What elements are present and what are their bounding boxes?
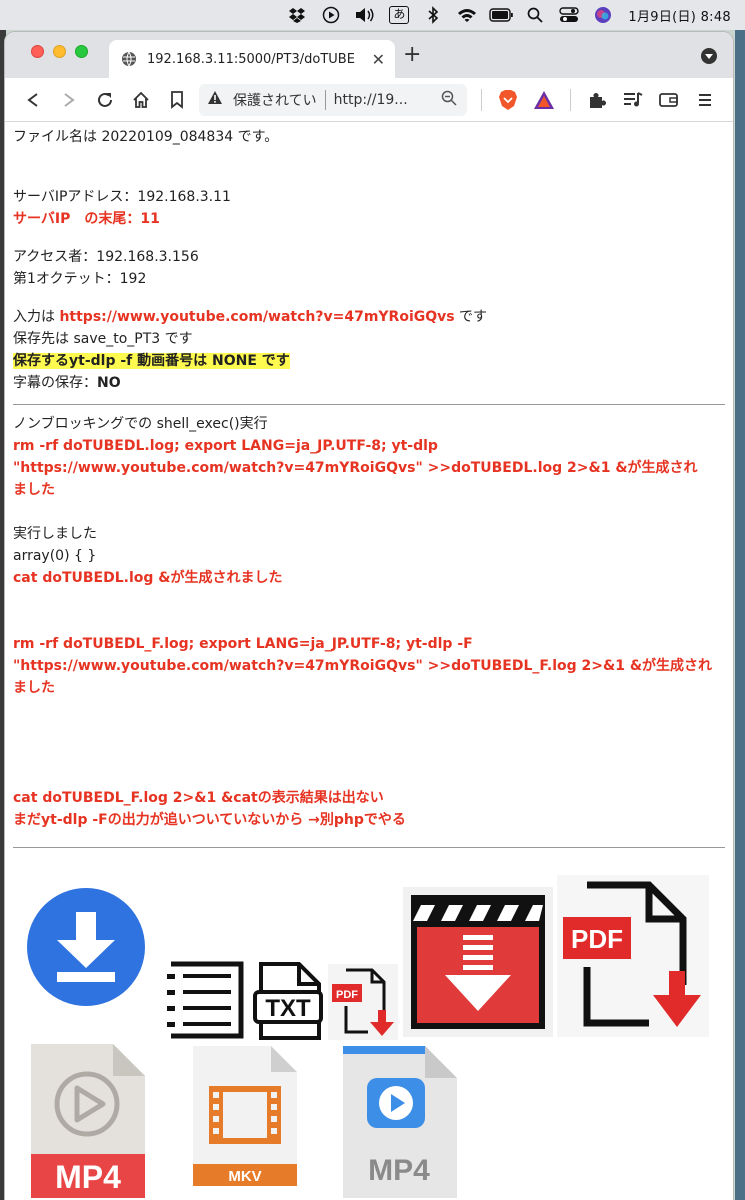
toolbar-right: [473, 84, 723, 116]
window-close-button[interactable]: [31, 45, 44, 58]
command1-line1: rm -rf doTUBEDL.log; export LANG=ja_JP.U…: [13, 438, 438, 454]
browser-window: 192.168.3.11:5000/PT3/doTUBE ✕ + 保護されてい: [5, 32, 733, 1200]
forward-button[interactable]: [51, 84, 87, 116]
server-ip-line: サーバIPアドレス：192.168.3.11: [13, 189, 231, 205]
executed-line: 実行しました: [13, 526, 97, 542]
cat2-line1: cat doTUBEDL_F.log 2>&1 &catの表示結果は出ない: [13, 790, 384, 806]
reload-button[interactable]: [87, 84, 123, 116]
format-number-line: 保存するyt-dlp -f 動画番号は NONE です: [13, 353, 290, 369]
mkv-label: MKV: [228, 1168, 261, 1185]
desktop-background-right: [735, 30, 745, 1200]
extensions-puzzle-icon[interactable]: [579, 84, 615, 116]
wallet-icon[interactable]: [651, 84, 687, 116]
browser-tab[interactable]: 192.168.3.11:5000/PT3/doTUBE ✕: [109, 40, 395, 78]
globe-icon: [121, 51, 137, 67]
divider: [13, 847, 725, 848]
bluetooth-icon[interactable]: [420, 5, 446, 25]
media-queue-icon[interactable]: [615, 84, 651, 116]
server-ip-tail-line: サーバIP の末尾：11: [13, 211, 160, 227]
save-destination-line: 保存先は save_to_PT3 です: [13, 331, 193, 347]
brave-rewards-icon[interactable]: [526, 84, 562, 116]
tab-close-icon[interactable]: ✕: [372, 50, 385, 69]
dropbox-icon[interactable]: [284, 5, 310, 25]
macos-menu-bar: あ 1月9日(日) 8:48: [0, 0, 745, 30]
back-button[interactable]: [15, 84, 51, 116]
zoom-out-icon[interactable]: [441, 90, 459, 110]
menubar-clock[interactable]: 1月9日(日) 8:48: [628, 6, 731, 25]
tab-bar: 192.168.3.11:5000/PT3/doTUBE ✕ +: [5, 32, 733, 78]
txt-file-icon[interactable]: TXT: [253, 962, 323, 1044]
command1-line2: "https://www.youtube.com/watch?v=47mYRoi…: [13, 460, 698, 476]
bookmark-icon[interactable]: [159, 84, 195, 116]
window-zoom-button[interactable]: [75, 45, 88, 58]
mkv-file-icon[interactable]: MKV: [189, 1044, 301, 1192]
mp4-file-red-icon[interactable]: MP4: [27, 1042, 147, 1200]
control-center-icon[interactable]: [556, 5, 582, 25]
array-dump-line: array(0) { }: [13, 548, 97, 564]
spotlight-search-icon[interactable]: [522, 5, 548, 25]
wifi-icon[interactable]: [454, 5, 480, 25]
command2-line3: ました: [13, 680, 55, 696]
cat1-line: cat doTUBEDL.log &が生成されました: [13, 570, 283, 586]
url-text[interactable]: http://19...: [334, 92, 441, 108]
accessor-line: アクセス者：192.168.3.156: [13, 249, 199, 265]
octet-line: 第1オクテット：192: [13, 271, 147, 287]
cat2-line2: まだyt-dlp -Fの出力が追いついていないから →別phpでやる: [13, 812, 406, 828]
pdf-small-label: PDF: [336, 989, 358, 1001]
window-minimize-button[interactable]: [53, 45, 66, 58]
input-line: 入力は https://www.youtube.com/watch?v=47mY…: [13, 306, 725, 328]
input-prefix: 入力は: [13, 309, 60, 325]
subtitle-value: NO: [97, 375, 121, 391]
video-download-icon[interactable]: [403, 887, 553, 1037]
new-tab-button[interactable]: +: [403, 42, 421, 67]
tab-search-menu-icon[interactable]: [701, 48, 717, 64]
media-play-icon[interactable]: [318, 5, 344, 25]
nonblocking-line: ノンブロッキングでの shell_exec()実行: [13, 416, 268, 432]
download-circle-icon[interactable]: [27, 888, 145, 1010]
page-content: ファイル名は 20220109_084834 です。 サーバIPアドレス：192…: [5, 122, 733, 856]
command2-line2: "https://www.youtube.com/watch?v=47mYRoi…: [13, 658, 713, 674]
main-menu-icon[interactable]: [687, 84, 723, 116]
toolbar-divider: [481, 88, 482, 111]
volume-icon[interactable]: [352, 5, 378, 25]
not-secure-warning-icon[interactable]: [207, 90, 223, 109]
pdf-large-label: PDF: [571, 924, 623, 954]
input-suffix: です: [454, 309, 488, 325]
subtitle-label: 字幕の保存：: [13, 375, 97, 391]
address-bar[interactable]: 保護されてい http://19...: [199, 83, 467, 116]
mp4-blue-label: MP4: [368, 1154, 430, 1187]
input-method-label: あ: [389, 6, 410, 24]
pdf-download-large-icon[interactable]: PDF: [557, 875, 709, 1037]
command1-line3: ました: [13, 482, 55, 498]
tab-title: 192.168.3.11:5000/PT3/doTUBE: [147, 51, 355, 67]
txt-file-label: TXT: [265, 995, 311, 1022]
home-button[interactable]: [123, 84, 159, 116]
toolbar-divider: [570, 88, 571, 111]
security-label[interactable]: 保護されてい: [233, 90, 317, 110]
mp4-file-blue-icon[interactable]: MP4: [339, 1044, 459, 1200]
list-document-icon[interactable]: [165, 960, 245, 1044]
mp4-red-label: MP4: [55, 1159, 121, 1195]
subtitle-line: 字幕の保存：NO: [13, 372, 725, 394]
input-url-link[interactable]: https://www.youtube.com/watch?v=47mYRoiG…: [59, 309, 454, 325]
address-separator: [324, 89, 326, 110]
command2-line1: rm -rf doTUBEDL_F.log; export LANG=ja_JP…: [13, 636, 473, 652]
battery-icon[interactable]: [488, 5, 514, 25]
filename-line: ファイル名は 20220109_084834 です。: [13, 129, 279, 145]
divider: [13, 404, 725, 405]
brave-shields-icon[interactable]: [490, 84, 526, 116]
browser-toolbar: 保護されてい http://19...: [5, 78, 733, 122]
siri-icon[interactable]: [590, 5, 616, 25]
input-method-icon[interactable]: あ: [386, 5, 412, 25]
pdf-download-small-icon[interactable]: PDF: [328, 964, 398, 1040]
